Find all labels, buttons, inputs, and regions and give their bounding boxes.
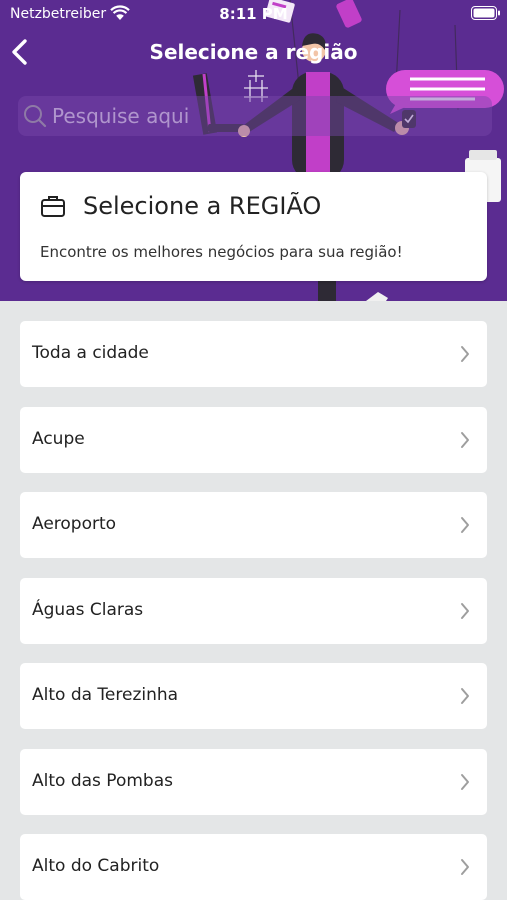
status-time: 8:11 PM — [219, 5, 288, 23]
chevron-right-icon — [461, 431, 469, 448]
region-item-alto-das-pombas[interactable]: Alto das Pombas — [20, 748, 487, 815]
region-item-alto-da-terezinha[interactable]: Alto da Terezinha — [20, 663, 487, 729]
region-list: Toda a cidade Acupe Aeroporto Águas Clar… — [20, 321, 487, 900]
chevron-right-icon — [461, 602, 469, 619]
region-item-aeroporto[interactable]: Aeroporto — [20, 492, 487, 558]
region-item-acupe[interactable]: Acupe — [20, 406, 487, 473]
region-label: Toda a cidade — [32, 343, 149, 363]
search-icon — [24, 105, 47, 128]
search-bar[interactable] — [18, 96, 492, 136]
region-label: Alto das Pombas — [32, 770, 173, 791]
status-bar: Netzbetreiber 8:11 PM — [0, 0, 507, 28]
chevron-right-icon — [461, 859, 469, 875]
region-item-alto-do-cabrito[interactable]: Alto do Cabrito — [20, 834, 487, 900]
region-label: Aeroporto — [32, 514, 117, 534]
region-label: Alto do Cabrito — [32, 856, 160, 876]
info-card: Selecione a REGIÃO Encontre os melhores … — [20, 172, 487, 281]
search-input[interactable] — [52, 100, 482, 132]
chevron-right-icon — [461, 346, 469, 362]
chevron-right-icon — [461, 688, 469, 704]
region-item-aguas-claras[interactable]: Águas Claras — [20, 577, 487, 644]
card-title: Selecione a REGIÃO — [83, 192, 322, 220]
region-label: Alto da Terezinha — [32, 685, 179, 705]
battery-icon — [471, 6, 500, 20]
chevron-right-icon — [461, 773, 469, 790]
region-item-toda-a-cidade[interactable]: Toda a cidade — [20, 321, 487, 387]
briefcase-icon — [41, 196, 65, 217]
page-title: Selecione a região — [149, 40, 358, 64]
chevron-right-icon — [461, 517, 469, 533]
region-label: Águas Claras — [32, 599, 144, 620]
region-label: Acupe — [32, 428, 85, 449]
card-subtitle: Encontre os melhores negócios para sua r… — [40, 243, 403, 261]
